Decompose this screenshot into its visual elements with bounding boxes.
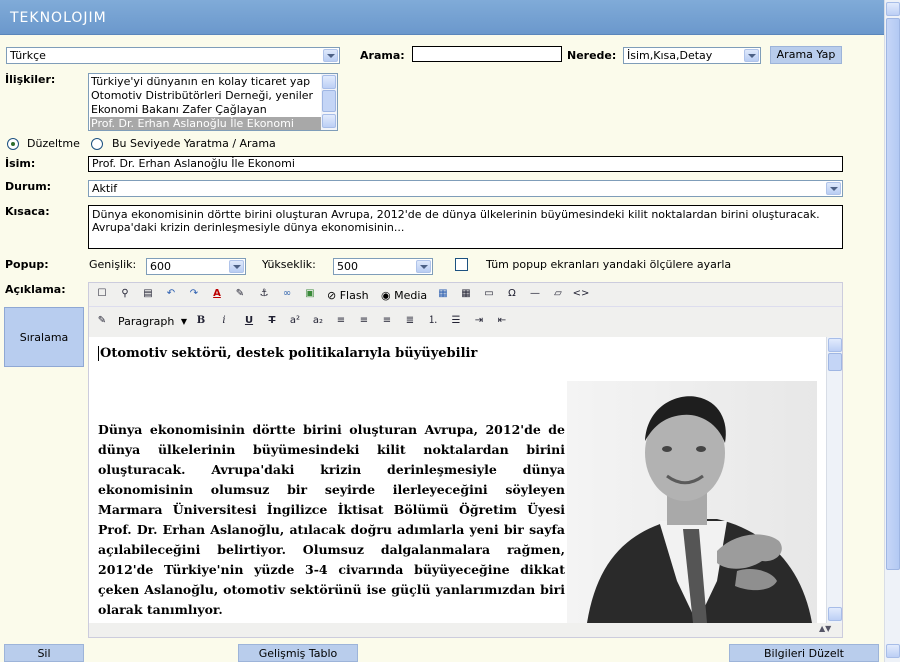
resize-handle[interactable]: ▲▼ <box>819 624 831 633</box>
align-center-icon[interactable]: ≡ <box>355 313 373 329</box>
underline-icon[interactable]: U <box>240 313 258 329</box>
listbox-scrollbar[interactable] <box>321 74 337 130</box>
code-icon[interactable]: <> <box>572 286 590 302</box>
outdent-icon[interactable]: ⇤ <box>493 313 511 329</box>
media-icon: ◉ <box>381 289 391 302</box>
subscript-icon[interactable]: a₂ <box>309 313 327 329</box>
form-icon[interactable]: ▭ <box>480 286 498 302</box>
status-select[interactable]: Aktif <box>88 180 843 197</box>
table-icon[interactable]: ▦ <box>434 286 452 302</box>
justify-icon[interactable]: ≣ <box>401 313 419 329</box>
editor-scrollbar[interactable] <box>826 337 842 623</box>
create-radio[interactable] <box>91 138 103 150</box>
strikethrough-icon[interactable]: T <box>263 313 281 329</box>
flash-button[interactable]: ⊘ Flash <box>327 289 369 302</box>
sort-button[interactable]: Sıralama <box>4 307 84 367</box>
align-right-icon[interactable]: ≡ <box>378 313 396 329</box>
height-label: Yükseklik: <box>262 258 316 271</box>
summary-textarea[interactable]: Dünya ekonomisinin dörtte birini oluştur… <box>88 205 843 249</box>
search-button[interactable]: Arama Yap <box>770 46 842 64</box>
title-bar: TEKNOLOJIM <box>0 0 884 35</box>
media-button[interactable]: ◉ Media <box>381 289 427 302</box>
editor-content[interactable]: Otomotiv sektörü, destek politikalarıyla… <box>89 337 826 623</box>
popup-all-label: Tüm popup ekranları yandaki ölçülere aya… <box>486 258 732 271</box>
popup-label: Popup: <box>5 258 49 271</box>
relations-label: İlişkiler: <box>5 73 56 86</box>
where-label: Nerede: <box>567 49 617 62</box>
name-label: İsim: <box>5 157 36 170</box>
indent-icon[interactable]: ⇥ <box>470 313 488 329</box>
superscript-icon[interactable]: a² <box>286 313 304 329</box>
editor-toolbar-2: ✎ Paragraph ▼ B i U T a² a₂ ≡ ≡ ≡ ≣ ⒈ ☰ ⇥… <box>89 310 842 334</box>
italic-icon[interactable]: i <box>215 313 233 329</box>
status-label: Durum: <box>5 180 52 193</box>
ordered-list-icon[interactable]: ⒈ <box>424 313 442 329</box>
align-left-icon[interactable]: ≡ <box>332 313 350 329</box>
redo-icon[interactable]: ↷ <box>185 286 203 302</box>
undo-icon[interactable]: ↶ <box>162 286 180 302</box>
edit-radio-label: Düzeltme <box>27 137 80 150</box>
relation-item[interactable]: Türkiye'yi dünyanın en kolay ticaret yap <box>90 75 322 89</box>
scroll-down-button[interactable] <box>322 114 336 128</box>
chevron-down-icon <box>323 49 338 62</box>
rich-text-editor: ☐ ⚲ ▤ ↶ ↷ A ✎ ⚓ ∞ ▣ ⊘ Flash ◉ Media ▦ ▦ … <box>88 282 843 638</box>
chevron-down-icon <box>826 182 841 195</box>
scroll-up-button[interactable] <box>886 2 900 16</box>
scroll-up-button[interactable] <box>828 338 842 352</box>
scroll-thumb[interactable] <box>886 18 900 570</box>
description-label: Açıklama: <box>5 283 66 296</box>
editor-toolbar-1: ☐ ⚲ ▤ ↶ ↷ A ✎ ⚓ ∞ ▣ ⊘ Flash ◉ Media ▦ ▦ … <box>89 283 842 307</box>
scroll-down-button[interactable] <box>828 607 842 621</box>
style-icon[interactable]: ✎ <box>93 313 111 329</box>
chevron-down-icon <box>229 260 244 273</box>
relation-item[interactable]: Prof. Dr. Erhan Aslanoğlu İle Ekonomi <box>90 117 322 130</box>
where-select[interactable]: İsim,Kısa,Detay <box>623 47 761 64</box>
article-photo <box>567 381 817 623</box>
scroll-thumb[interactable] <box>322 90 336 112</box>
source-icon[interactable]: ☐ <box>93 286 111 302</box>
article-heading: Otomotiv sektörü, destek politikalarıyla… <box>98 346 478 361</box>
language-select[interactable]: Türkçe <box>6 47 340 64</box>
relations-listbox[interactable]: Türkiye'yi dünyanın en kolay ticaret yap… <box>88 73 338 131</box>
search-input[interactable] <box>412 46 562 62</box>
paste-icon[interactable]: ▤ <box>139 286 157 302</box>
format-select[interactable]: Paragraph ▼ <box>114 314 189 330</box>
width-label: Genişlik: <box>89 258 137 271</box>
unordered-list-icon[interactable]: ☰ <box>447 313 465 329</box>
height-select[interactable]: 500 <box>333 258 433 275</box>
scroll-down-button[interactable] <box>886 644 900 658</box>
edit-radio[interactable] <box>7 138 19 150</box>
save-button[interactable]: Bilgileri Düzelt <box>729 644 879 662</box>
article-body: Dünya ekonomisinin dörtte birini oluştur… <box>98 422 565 617</box>
summary-label: Kısaca: <box>5 205 50 218</box>
flash-icon: ⊘ <box>327 289 337 302</box>
chevron-down-icon <box>416 260 431 273</box>
name-input[interactable]: Prof. Dr. Erhan Aslanoğlu İle Ekonomi <box>88 156 843 172</box>
relation-item[interactable]: Otomotiv Distribütörleri Derneği, yenile… <box>90 89 322 103</box>
highlight-icon[interactable]: ✎ <box>231 286 249 302</box>
special-char-icon[interactable]: Ω <box>503 286 521 302</box>
app-title: TEKNOLOJIM <box>10 10 107 26</box>
horizontal-rule-icon[interactable]: — <box>526 286 544 302</box>
page-scrollbar[interactable] <box>884 0 900 662</box>
width-select[interactable]: 600 <box>146 258 246 275</box>
text-color-icon[interactable]: A <box>208 286 226 302</box>
advanced-table-button[interactable]: Gelişmiş Tablo <box>238 644 358 662</box>
link-icon[interactable]: ∞ <box>278 286 296 302</box>
delete-button[interactable]: Sil <box>4 644 84 662</box>
image-icon[interactable]: ▣ <box>301 286 319 302</box>
chevron-down-icon: ▼ <box>180 317 187 326</box>
eraser-icon[interactable]: ▱ <box>549 286 567 302</box>
anchor-icon[interactable]: ⚓ <box>255 286 273 302</box>
scroll-up-button[interactable] <box>322 75 336 89</box>
find-icon[interactable]: ⚲ <box>116 286 134 302</box>
relation-item[interactable]: Ekonomi Bakanı Zafer Çağlayan <box>90 103 322 117</box>
popup-all-checkbox[interactable] <box>455 258 468 271</box>
chevron-down-icon <box>744 49 759 62</box>
create-radio-label: Bu Seviyede Yaratma / Arama <box>112 137 276 150</box>
search-label: Arama: <box>360 49 405 62</box>
table-edit-icon[interactable]: ▦ <box>457 286 475 302</box>
bold-icon[interactable]: B <box>192 313 210 329</box>
scroll-thumb[interactable] <box>828 353 842 371</box>
